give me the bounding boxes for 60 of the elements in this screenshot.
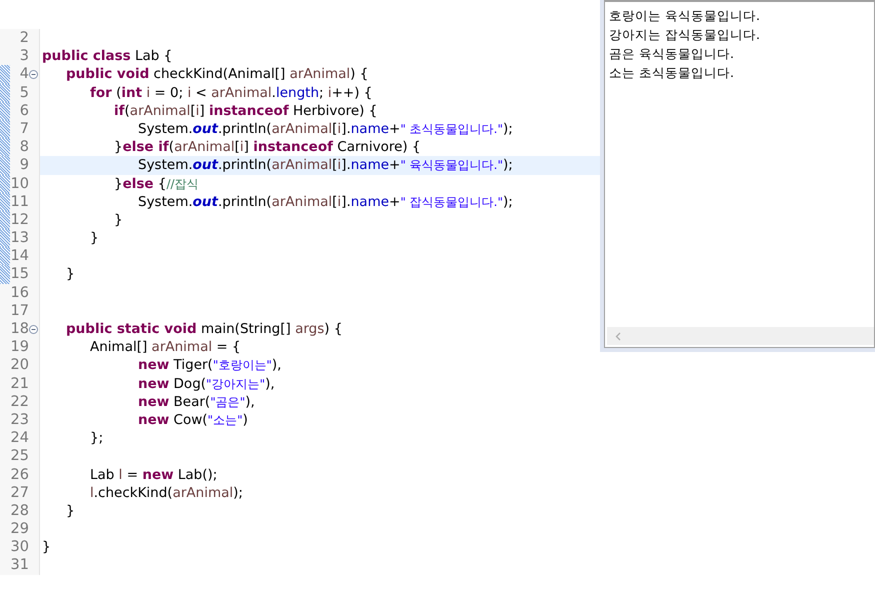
code-line: };: [89, 430, 104, 446]
line-number: 18: [10, 320, 29, 338]
code-line: public static void main(String[] args) {: [65, 321, 342, 337]
code-line: Animal[] arAnimal = {: [89, 339, 241, 356]
line-number: 10: [10, 174, 29, 193]
code-line: System.out.println(arAnimal[i].name+" 초식동물입니다.");: [137, 120, 513, 137]
line-number: 5: [20, 84, 29, 102]
line-number: 4: [20, 65, 29, 84]
code-line: public class Lab {: [42, 48, 172, 64]
code-line: }: [42, 539, 51, 556]
line-number: 12: [10, 210, 29, 230]
line-number: 2: [20, 29, 29, 48]
code-line: new Cow("소는"): [137, 412, 248, 428]
line-number: 7: [20, 120, 29, 138]
code-line: }: [113, 212, 123, 228]
line-number: 6: [20, 102, 29, 120]
line-number: 31: [10, 556, 29, 575]
line-number: 27: [10, 484, 29, 502]
line-number: 19: [10, 338, 29, 356]
code-line: new Bear("곰은"),: [137, 394, 255, 410]
line-number: 20: [10, 356, 29, 375]
code-line: if(arAnimal[i] instanceof Herbivore) {: [113, 102, 378, 119]
code-line: new Tiger("호랑이는"),: [137, 357, 282, 374]
code-line: }: [89, 230, 99, 246]
line-number: 28: [10, 502, 29, 520]
line-number: 22: [10, 392, 29, 411]
line-number: 13: [10, 229, 29, 248]
code-line: for (int i = 0; i < arAnimal.length; i++) {: [89, 84, 372, 101]
collapse-icon[interactable]: [29, 325, 38, 334]
code-line: System.out.println(arAnimal[i].name+" 육식동물입니다.");: [137, 157, 513, 174]
collapse-icon[interactable]: [29, 70, 38, 80]
code-line: l.checkKind(arAnimal);: [89, 484, 243, 501]
line-number: 15: [10, 265, 29, 284]
console-output-line: 소는 초식동물입니다.: [609, 64, 735, 82]
line-number: 9: [20, 156, 29, 174]
line-number: 23: [10, 410, 29, 430]
line-number: 3: [20, 47, 29, 66]
line-number: 14: [10, 247, 29, 266]
code-line: }else if(arAnimal[i] instanceof Carnivore) {: [113, 139, 421, 156]
line-number: 24: [10, 429, 29, 448]
line-number: 29: [10, 520, 29, 538]
console-output-line: 호랑이는 육식동물입니다.: [609, 7, 761, 25]
code-line: new Dog("강아지는"),: [137, 376, 275, 392]
line-number: 26: [10, 466, 29, 484]
code-line: }: [65, 502, 75, 519]
code-line: public void checkKind(Animal[] arAnimal) {: [65, 66, 368, 82]
line-number: 17: [10, 302, 29, 320]
line-number: 8: [20, 138, 29, 156]
line-number: 16: [10, 284, 29, 302]
line-number: 21: [10, 374, 29, 393]
console-output-line: 곰은 육식동물입니다.: [609, 45, 735, 63]
horizontal-scrollbar[interactable]: [607, 327, 874, 345]
code-line: }: [65, 266, 75, 282]
line-number: 30: [10, 538, 29, 556]
line-number: 11: [10, 192, 29, 211]
console-output-line: 강아지는 잡식동물입니다.: [609, 26, 761, 44]
line-number: 25: [10, 447, 29, 466]
code-line: }else {//잡식: [113, 176, 199, 192]
code-line: System.out.println(arAnimal[i].name+" 잡식동물입니다.");: [137, 194, 513, 210]
code-line: Lab l = new Lab();: [89, 466, 218, 482]
